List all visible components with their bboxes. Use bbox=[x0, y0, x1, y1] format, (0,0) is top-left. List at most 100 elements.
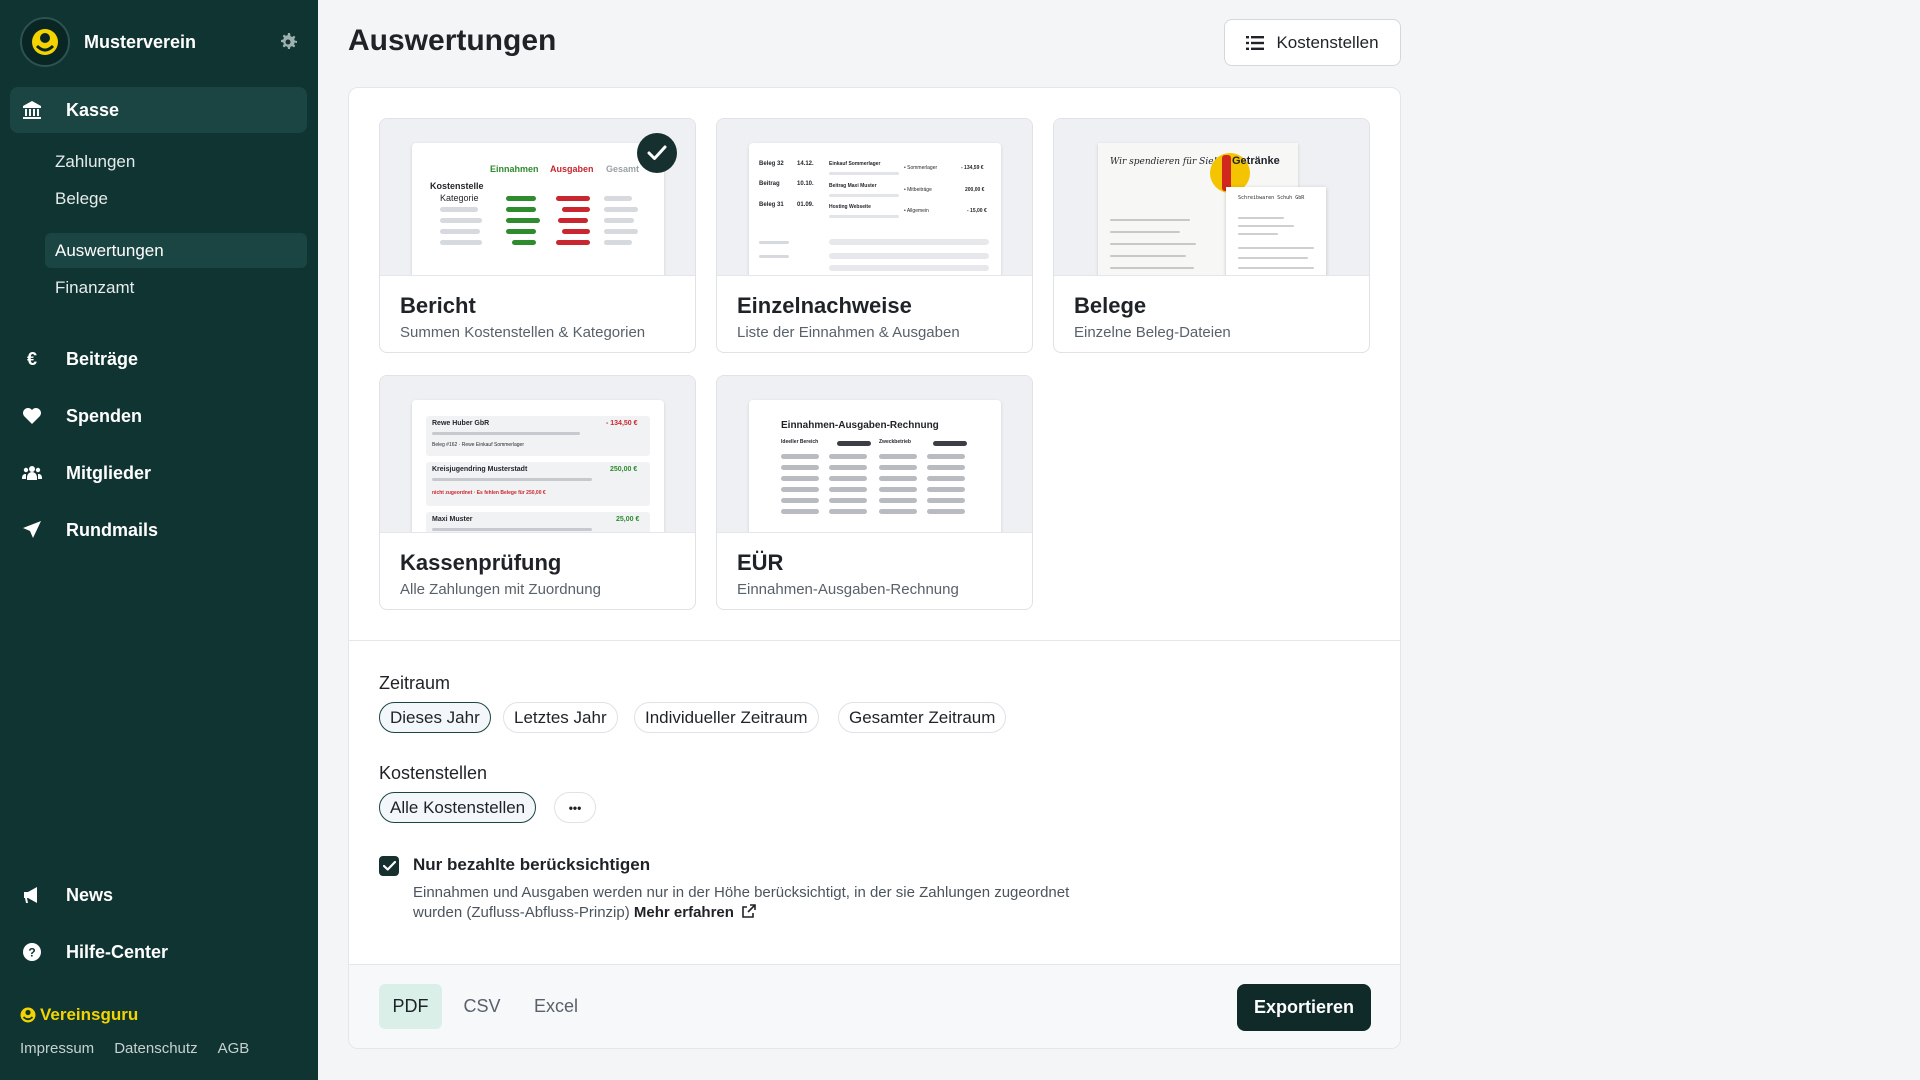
sidebar-item-mitglieder[interactable]: Mitglieder bbox=[10, 450, 307, 496]
preview-text: Einnahmen-Ausgaben-Rechnung bbox=[781, 420, 939, 431]
report-card-title: Kassenprüfung bbox=[400, 550, 562, 575]
paid-only-checkbox[interactable] bbox=[379, 856, 399, 876]
report-card-subtitle: Liste der Einnahmen & Ausgaben bbox=[737, 324, 960, 341]
preview-text: Schreibwaren Schuh GbR bbox=[1238, 195, 1305, 201]
bank-icon bbox=[22, 100, 42, 120]
preview-text: Ideeller Bereich bbox=[781, 439, 819, 445]
report-card-kassenpruefung[interactable]: Rewe Huber GbR - 134,50 € Beleg #162 · R… bbox=[379, 375, 696, 610]
organization-switcher[interactable]: Musterverein bbox=[20, 17, 300, 67]
section-divider bbox=[349, 640, 1400, 641]
sidebar-item-kasse[interactable]: Kasse bbox=[10, 87, 307, 133]
checkmark-icon bbox=[382, 861, 396, 871]
preview-text: Maxi Muster bbox=[432, 516, 473, 523]
format-pdf[interactable]: PDF bbox=[379, 984, 442, 1029]
preview-text: Beleg 31 bbox=[759, 202, 784, 208]
report-card-subtitle: Einzelne Beleg-Dateien bbox=[1074, 324, 1231, 341]
sidebar-item-label: Mitglieder bbox=[66, 462, 152, 483]
preview-text: • Allgemein bbox=[904, 208, 929, 214]
report-card-euer[interactable]: Einnahmen-Ausgaben-Rechnung Ideeller Ber… bbox=[716, 375, 1033, 610]
zeitraum-option-dieses-jahr[interactable]: Dieses Jahr bbox=[379, 702, 491, 733]
euro-icon: € bbox=[26, 348, 37, 369]
sidebar-subitem-finanzamt[interactable]: Finanzamt bbox=[45, 270, 307, 305]
preview-text: - 134,59 € bbox=[961, 165, 984, 171]
datenschutz-link[interactable]: Datenschutz bbox=[114, 1040, 197, 1057]
sidebar-item-hilfe-center[interactable]: ? Hilfe-Center bbox=[10, 929, 307, 975]
format-csv[interactable]: CSV bbox=[452, 984, 512, 1029]
zeitraum-option-individuell[interactable]: Individueller Zeitraum bbox=[634, 702, 819, 733]
preview-text: Kostenstelle bbox=[430, 181, 484, 191]
preview-text: 10.10. bbox=[797, 181, 814, 187]
paid-only-help: Einnahmen und Ausgaben werden nur in der… bbox=[413, 883, 1073, 923]
preview-text: nicht zugeordnet · Es fehlen Belege für … bbox=[432, 490, 546, 496]
report-preview-einzelnachweise: Beleg 32 14.12. Einkauf Sommerlager • So… bbox=[717, 119, 1032, 276]
preview-text: • Mitbeiträge bbox=[904, 187, 932, 193]
preview-text: Ausgaben bbox=[550, 164, 594, 174]
report-card-subtitle: Einnahmen-Ausgaben-Rechnung bbox=[737, 581, 959, 598]
preview-text: Hosting Webseite bbox=[829, 204, 871, 210]
selected-check-icon bbox=[637, 133, 677, 173]
report-card-title: EÜR bbox=[737, 550, 784, 575]
external-link-icon bbox=[742, 904, 756, 918]
paper-plane-icon bbox=[22, 520, 42, 540]
impressum-link[interactable]: Impressum bbox=[20, 1040, 94, 1057]
organization-logo bbox=[20, 17, 70, 67]
preview-text: - 134,50 € bbox=[606, 420, 638, 427]
preview-text: Rewe Huber GbR bbox=[432, 420, 490, 427]
gear-icon[interactable] bbox=[276, 30, 300, 54]
export-footer: PDF CSV Excel Exportieren bbox=[349, 964, 1400, 1048]
sidebar: Musterverein Kasse Zahlungen Belege Ausw… bbox=[0, 0, 318, 1080]
sidebar-item-label: News bbox=[66, 884, 114, 905]
preview-paper: Einnahmen Ausgaben Gesamt Kostenstelle K… bbox=[412, 143, 664, 275]
report-panel: Einnahmen Ausgaben Gesamt Kostenstelle K… bbox=[348, 87, 1401, 1049]
sidebar-subitem-belege[interactable]: Belege bbox=[45, 181, 307, 216]
preview-text: Kategorie bbox=[440, 193, 479, 203]
report-preview-belege: Wir spendieren für Sie! Getränke Schreib… bbox=[1054, 119, 1369, 276]
report-card-title: Bericht bbox=[400, 293, 476, 318]
report-card-title: Belege bbox=[1074, 293, 1147, 318]
sidebar-item-news[interactable]: News bbox=[10, 872, 307, 918]
kostenstellen-label: Kostenstellen bbox=[379, 763, 488, 783]
sidebar-item-beitraege[interactable]: € Beiträge bbox=[10, 336, 307, 382]
sidebar-item-label: Rundmails bbox=[66, 519, 159, 540]
report-card-belege[interactable]: Wir spendieren für Sie! Getränke Schreib… bbox=[1053, 118, 1370, 353]
kostenstellen-option-alle[interactable]: Alle Kostenstellen bbox=[379, 792, 537, 823]
more-kostenstellen-button[interactable]: ••• bbox=[554, 792, 596, 823]
brand-name: Vereinsguru bbox=[40, 1005, 139, 1024]
preview-text: Einnahmen bbox=[490, 164, 539, 174]
agb-link[interactable]: AGB bbox=[218, 1040, 250, 1057]
zeitraum-option-letztes-jahr[interactable]: Letztes Jahr bbox=[503, 702, 618, 733]
report-card-einzelnachweise[interactable]: Beleg 32 14.12. Einkauf Sommerlager • So… bbox=[716, 118, 1033, 353]
preview-paper: Rewe Huber GbR - 134,50 € Beleg #162 · R… bbox=[412, 400, 664, 532]
sidebar-item-label: Spenden bbox=[66, 405, 143, 426]
sidebar-subitem-zahlungen[interactable]: Zahlungen bbox=[45, 144, 307, 179]
users-icon bbox=[22, 463, 42, 483]
sidebar-item-rundmails[interactable]: Rundmails bbox=[10, 507, 307, 553]
report-preview-euer: Einnahmen-Ausgaben-Rechnung Ideeller Ber… bbox=[717, 376, 1032, 533]
paid-only-label[interactable]: Nur bezahlte berücksichtigen bbox=[413, 855, 650, 875]
mehr-erfahren-link[interactable]: Mehr erfahren bbox=[634, 904, 756, 921]
report-card-title: Einzelnachweise bbox=[737, 293, 912, 318]
kostenstellen-button[interactable]: Kostenstellen bbox=[1224, 19, 1401, 66]
format-excel[interactable]: Excel bbox=[522, 984, 590, 1029]
zeitraum-option-gesamt[interactable]: Gesamter Zeitraum bbox=[838, 702, 1007, 733]
preview-text: 01.09. bbox=[797, 202, 814, 208]
kostenstellen-button-label: Kostenstellen bbox=[1276, 32, 1379, 52]
report-preview-bericht: Einnahmen Ausgaben Gesamt Kostenstelle K… bbox=[380, 119, 695, 276]
page-title: Auswertungen bbox=[348, 24, 557, 57]
receipt-image: Schreibwaren Schuh GbR bbox=[1226, 187, 1326, 275]
preview-text: 250,00 € bbox=[610, 466, 638, 473]
zeitraum-label: Zeitraum bbox=[379, 673, 451, 693]
sidebar-item-label: Beiträge bbox=[66, 348, 139, 369]
report-card-bericht[interactable]: Einnahmen Ausgaben Gesamt Kostenstelle K… bbox=[379, 118, 696, 353]
sidebar-subitem-auswertungen[interactable]: Auswertungen bbox=[45, 233, 307, 268]
report-card-subtitle: Alle Zahlungen mit Zuordnung bbox=[400, 581, 601, 598]
heart-icon bbox=[22, 406, 42, 426]
question-circle-icon: ? bbox=[22, 942, 42, 962]
svg-text:?: ? bbox=[28, 946, 35, 960]
export-button[interactable]: Exportieren bbox=[1237, 984, 1371, 1031]
brand-logo[interactable]: Vereinsguru bbox=[20, 1005, 138, 1025]
preview-text: Einkauf Sommerlager bbox=[829, 161, 881, 167]
sidebar-item-label: Hilfe-Center bbox=[66, 941, 169, 962]
sidebar-item-spenden[interactable]: Spenden bbox=[10, 393, 307, 439]
preview-text: 14.12. bbox=[797, 161, 814, 167]
